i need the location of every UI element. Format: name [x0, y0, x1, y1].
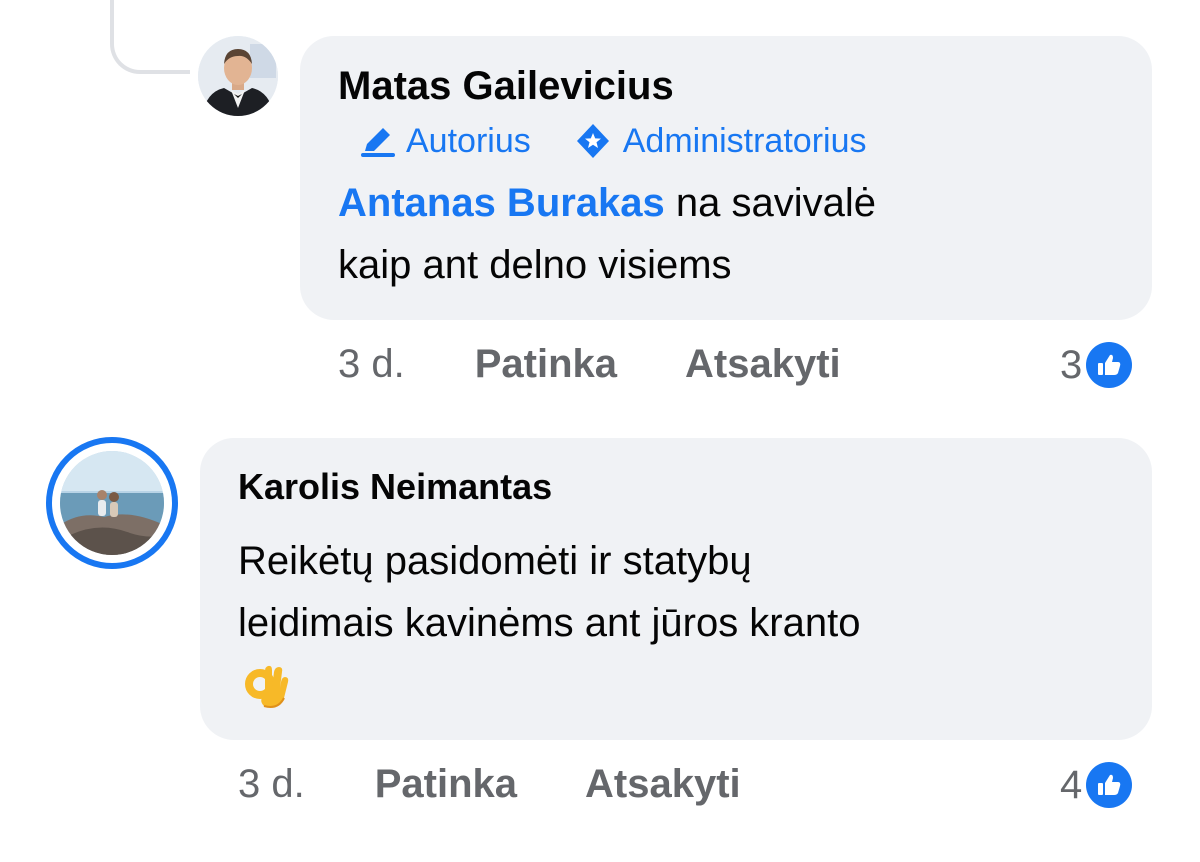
- comment-text-line: Reikėtų pasidomėti ir statybų: [238, 539, 752, 583]
- badge-author[interactable]: Autorius: [360, 122, 531, 161]
- reaction-summary[interactable]: 3: [1060, 342, 1133, 388]
- badge-admin[interactable]: Administratorius: [573, 121, 867, 161]
- reply-button[interactable]: Atsakyti: [585, 762, 741, 807]
- comment-text: Antanas Burakas na savivalė kaip ant del…: [338, 172, 1118, 296]
- author-badges: Autorius Administratorius: [360, 116, 866, 166]
- comment-text-line: leidimais kavinėms ant jūros kranto: [238, 601, 861, 645]
- comment-bubble: Karolis Neimantas Reikėtų pasidomėti ir …: [200, 438, 1152, 740]
- ok-hand-emoji-icon: [238, 660, 1138, 734]
- profile-photo: [60, 451, 164, 555]
- reaction-count: 4: [1060, 762, 1083, 807]
- pencil-icon: [361, 128, 395, 157]
- thumbs-up-icon: [1086, 762, 1133, 808]
- like-button[interactable]: Patinka: [375, 762, 517, 807]
- avatar[interactable]: [198, 36, 278, 116]
- avatar[interactable]: [60, 451, 164, 555]
- reply-button[interactable]: Atsakyti: [685, 342, 841, 387]
- comment-bubble: Matas Gailevicius Autorius Administrator…: [300, 36, 1152, 320]
- reply-thread-connector: [110, 0, 190, 74]
- comment-author[interactable]: Karolis Neimantas: [238, 466, 552, 508]
- admin-shield-icon: [576, 124, 609, 158]
- badge-label: Administratorius: [622, 121, 867, 160]
- comment-text-line: kaip ant delno visiems: [338, 243, 732, 287]
- reaction-count: 3: [1060, 342, 1083, 387]
- comment-timestamp[interactable]: 3 d.: [338, 342, 405, 387]
- mention-link[interactable]: Antanas Burakas: [338, 181, 665, 225]
- comment-actions: 3 d. Patinka Atsakyti: [338, 342, 841, 387]
- like-button[interactable]: Patinka: [475, 342, 617, 387]
- comment-text: Reikėtų pasidomėti ir statybų leidimais …: [238, 530, 1138, 734]
- thumbs-up-icon: [1086, 342, 1133, 388]
- comment-author[interactable]: Matas Gailevicius: [338, 64, 674, 109]
- comment-actions: 3 d. Patinka Atsakyti: [238, 762, 741, 807]
- badge-label: Autorius: [406, 121, 531, 160]
- comment-text-line: na savivalė: [664, 181, 877, 225]
- reaction-summary[interactable]: 4: [1060, 762, 1133, 808]
- comment-timestamp[interactable]: 3 d.: [238, 762, 305, 807]
- profile-photo: [198, 36, 278, 116]
